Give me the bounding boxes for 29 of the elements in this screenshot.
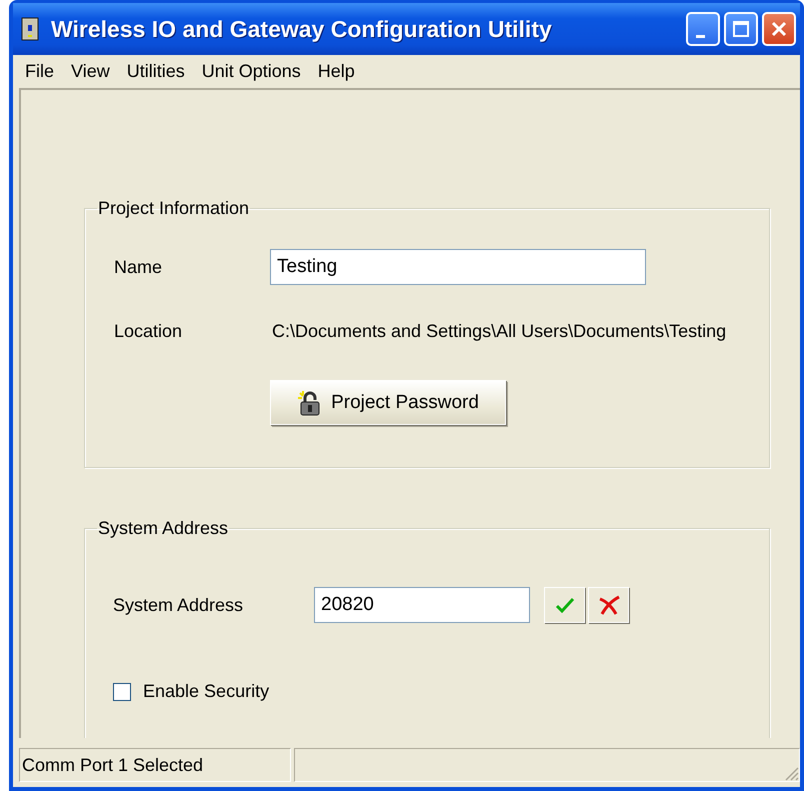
maximize-icon <box>732 20 750 38</box>
location-path: C:\Documents and Settings\All Users\Documents\Testing <box>272 321 726 342</box>
checkmark-icon <box>554 597 574 613</box>
menu-item[interactable]: Help <box>310 61 364 82</box>
minimize-icon <box>696 34 704 38</box>
close-button[interactable] <box>762 12 796 46</box>
name-field[interactable]: Testing <box>270 249 646 285</box>
close-icon <box>770 20 788 38</box>
status-message: Comm Port 1 Selected <box>22 754 204 776</box>
window-title: Wireless IO and Gateway Configuration Utility <box>51 16 553 42</box>
enable-security-checkbox[interactable] <box>113 682 131 700</box>
menu-item[interactable]: Unit Options <box>194 61 310 82</box>
app-icon <box>21 17 39 41</box>
project-password-button[interactable]: Project Password <box>270 380 506 425</box>
menu-item[interactable]: View <box>63 61 119 82</box>
location-label: Location <box>114 321 184 342</box>
group-title: Project Information <box>97 198 250 219</box>
cancel-button[interactable] <box>588 587 629 623</box>
cross-icon <box>598 595 620 615</box>
confirm-button[interactable] <box>544 587 585 623</box>
group-title: System Address <box>97 518 230 539</box>
enable-security-label: Enable Security <box>143 681 270 702</box>
menu-item[interactable]: Utilities <box>118 61 194 82</box>
maximize-button[interactable] <box>724 12 758 46</box>
system-address-field[interactable]: 20820 <box>314 587 530 623</box>
system-address-label: System Address <box>113 594 244 616</box>
name-label: Name <box>114 256 164 278</box>
menu-item[interactable]: File <box>17 61 64 82</box>
minimize-button[interactable] <box>686 12 720 46</box>
